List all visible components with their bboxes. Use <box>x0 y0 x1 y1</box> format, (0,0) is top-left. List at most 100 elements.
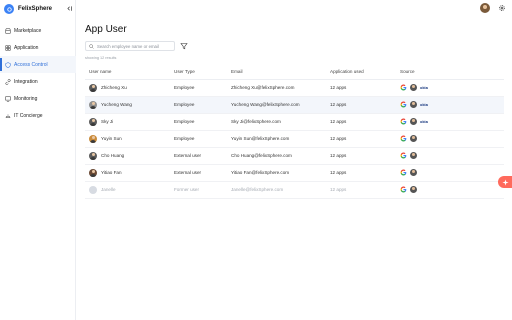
cell-email: Cho Huang@felixSphere.com <box>227 147 326 165</box>
sidebar-item-integration[interactable]: Integration <box>0 73 76 90</box>
google-icon <box>400 169 407 176</box>
cell-user-name: Yucheng Wang <box>85 96 170 114</box>
cell-source <box>396 164 504 182</box>
shield-icon <box>5 61 11 68</box>
user-name: Yuyin Sun <box>101 136 122 141</box>
google-icon <box>400 152 407 159</box>
google-icon <box>400 84 407 91</box>
cell-user-name: Yuyin Sun <box>85 130 170 148</box>
cell-user-name: Cho Huang <box>85 147 170 165</box>
cell-apps: 12 apps <box>326 164 396 182</box>
cell-email: Sky Ji@felixSphere.com <box>227 113 326 131</box>
user-name: Janelle <box>101 187 116 192</box>
column-header-user-type[interactable]: User Type <box>170 65 227 80</box>
table-row[interactable]: Janelle Former user Janelle@felixSphere.co… <box>85 181 504 199</box>
table-row[interactable]: Sky Ji Employee Sky Ji@felixSphere.com 12 a… <box>85 113 504 131</box>
sidebar-item-access-control[interactable]: Access Control <box>0 56 76 73</box>
table-row[interactable]: Zhicheng Xu Employee Zhicheng Xu@felixSphe… <box>85 79 504 97</box>
cell-user-type: Employee <box>170 113 227 131</box>
user-avatar <box>89 83 97 92</box>
assistant-fab[interactable] <box>498 176 512 188</box>
user-avatar <box>89 168 97 177</box>
sidebar-item-label: IT Concierge <box>14 112 43 119</box>
cell-email: Janelle@felixSphere.com <box>227 181 326 199</box>
cell-user-type: Employee <box>170 130 227 148</box>
user-avatar <box>89 100 97 109</box>
cell-user-type: External user <box>170 147 227 165</box>
okta-logo: okta <box>420 102 428 107</box>
column-header-application-used[interactable]: Application used <box>326 65 396 80</box>
table-row[interactable]: Yuyin Sun Employee Yuyin Sun@felixSphere.c… <box>85 130 504 148</box>
brand[interactable]: FelixSphere <box>4 3 52 15</box>
cell-source: okta <box>396 113 504 131</box>
page-title: App User <box>85 24 127 35</box>
source-avatar <box>410 169 417 176</box>
cell-user-name: Sky Ji <box>85 113 170 131</box>
sidebar-item-label: Marketplace <box>14 27 42 34</box>
sidebar-item-marketplace[interactable]: Marketplace <box>0 22 76 39</box>
user-name: Yucheng Wang <box>101 102 132 107</box>
sidebar-item-label: Access Control <box>14 61 48 68</box>
cell-source <box>396 130 504 148</box>
brand-logo-icon <box>4 4 14 14</box>
cell-email: Yitiao Fan@felixSphere.com <box>227 164 326 182</box>
google-icon <box>400 118 407 125</box>
user-name: Zhicheng Xu <box>101 85 127 90</box>
cell-user-type: Employee <box>170 79 227 97</box>
column-header-source[interactable]: Source <box>396 65 504 80</box>
source-avatar <box>410 152 417 159</box>
source-avatar <box>410 84 417 91</box>
sidebar-item-monitoring[interactable]: Monitoring <box>0 90 76 107</box>
cell-apps: 12 apps <box>326 147 396 165</box>
cell-apps: 12 apps <box>326 130 396 148</box>
grid-icon <box>5 44 11 51</box>
user-name: Cho Huang <box>101 153 125 158</box>
cell-apps: 12 apps <box>326 113 396 131</box>
sidebar: FelixSphere Marketplace Application Acce… <box>0 0 76 320</box>
cell-user-type: External user <box>170 164 227 182</box>
user-avatar <box>89 185 97 194</box>
column-header-email[interactable]: Email <box>227 65 326 80</box>
user-avatar <box>89 151 97 160</box>
user-avatar <box>89 134 97 143</box>
okta-logo: okta <box>420 85 428 90</box>
store-icon <box>5 27 11 34</box>
brand-name: FelixSphere <box>18 6 53 12</box>
concierge-icon <box>5 114 11 118</box>
cell-apps: 12 apps <box>326 181 396 199</box>
cell-source <box>396 181 504 199</box>
search-box[interactable] <box>85 41 175 51</box>
sidebar-item-application[interactable]: Application <box>0 39 76 56</box>
gear-icon[interactable] <box>498 4 506 12</box>
cell-user-type: Former user <box>170 181 227 199</box>
sidebar-item-it-concierge[interactable]: IT Concierge <box>0 107 76 124</box>
filter-icon[interactable] <box>180 42 188 50</box>
table-header-row: User name User Type Email Application us… <box>85 65 504 80</box>
column-header-user-name[interactable]: User name <box>85 65 170 80</box>
sidebar-nav: Marketplace Application Access Control I… <box>0 22 76 124</box>
cell-apps: 12 apps <box>326 79 396 97</box>
search-input[interactable] <box>97 43 173 49</box>
table-row[interactable]: Yucheng Wang Employee Yucheng Wang@felixSp… <box>85 96 504 114</box>
sidebar-item-label: Monitoring <box>14 95 38 102</box>
cell-user-name: Zhicheng Xu <box>85 79 170 97</box>
link-icon <box>5 78 11 85</box>
user-name: Yitiao Fan <box>101 170 122 175</box>
cell-user-name: Janelle <box>85 181 170 199</box>
source-avatar <box>410 118 417 125</box>
sidebar-item-label: Integration <box>14 78 38 85</box>
results-count: showing 12 results <box>85 56 117 60</box>
source-avatar <box>410 101 417 108</box>
cell-email: Yucheng Wang@felixSphere.com <box>227 96 326 114</box>
cell-source: okta <box>396 96 504 114</box>
user-avatar[interactable] <box>480 3 490 13</box>
table-row[interactable]: Yitiao Fan External user Yitiao Fan@felixS… <box>85 164 504 182</box>
table-row[interactable]: Cho Huang External user Cho Huang@felixSph… <box>85 147 504 165</box>
cell-user-type: Employee <box>170 96 227 114</box>
sparkle-icon <box>501 178 509 186</box>
cell-source: okta <box>396 79 504 97</box>
google-icon <box>400 101 407 108</box>
monitor-icon <box>5 95 11 102</box>
collapse-sidebar-icon[interactable] <box>66 4 74 12</box>
cell-source <box>396 147 504 165</box>
